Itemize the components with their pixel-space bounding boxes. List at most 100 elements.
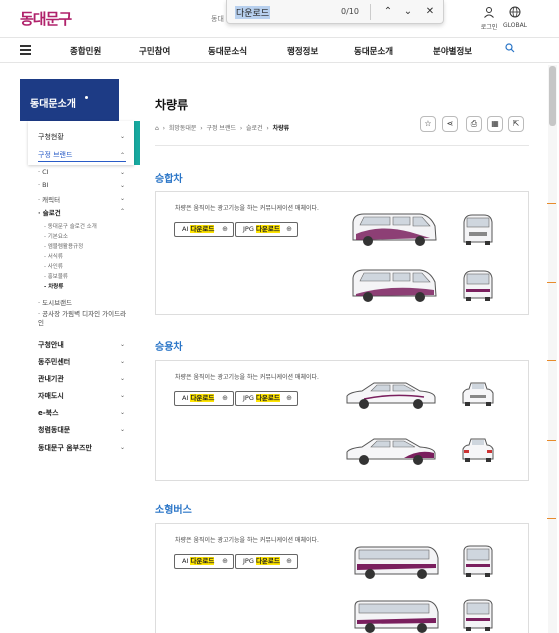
sidebar-item[interactable]: 동대문구 옴부즈만 — [38, 443, 92, 453]
home-icon[interactable]: ⌂ — [155, 125, 159, 132]
jpg-download-button[interactable]: JPG 다운로드 ⊕ — [235, 554, 298, 569]
jpg-download-button[interactable]: JPG 다운로드 ⊕ — [235, 222, 298, 237]
sidebar-subitem-label: 캐릭터 — [42, 196, 61, 204]
nav-item-intro[interactable]: 동대문소개 — [354, 45, 393, 57]
sidebar-subitem-citybrand[interactable]: · 도시브랜드 — [38, 297, 72, 307]
sidebar-item-status[interactable]: 구청현황 — [38, 132, 64, 142]
sidebar-item[interactable]: 동주민센터 — [38, 357, 70, 367]
chevron-down-icon: ⌄ — [120, 341, 126, 348]
minibus-side-image-alt — [354, 600, 439, 633]
content-divider — [155, 145, 529, 146]
favorite-star-icon[interactable]: ☆ — [420, 116, 436, 132]
sidebar-subitem-label: 공사장 가림벽 디자인 가이드라인 — [38, 310, 127, 327]
chevron-down-icon: ⌄ — [120, 133, 126, 140]
ai-download-button[interactable]: AI 다운로드 ⊕ — [174, 554, 234, 569]
sidebar-leaf[interactable]: - 서식류 — [44, 252, 63, 260]
find-close-button[interactable]: ✕ — [422, 3, 438, 20]
breadcrumb: ⌂ › 희망동대문 › 구정 브랜드 › 슬로건 › 차량류 — [155, 125, 290, 132]
chevron-down-icon: ⌄ — [120, 169, 126, 176]
sidebar-leaf-label: 기본요소 — [47, 234, 68, 240]
breadcrumb-item[interactable]: 구정 브랜드 — [206, 125, 236, 132]
find-match-marker — [547, 518, 556, 519]
search-icon[interactable] — [505, 43, 515, 56]
section-title-sedan: 승용차 — [155, 342, 183, 353]
van-back-image — [463, 270, 493, 301]
sidebar-item[interactable]: 관내기관 — [38, 374, 64, 384]
sidebar-leaf[interactable]: - 엠블렘활용규정 — [44, 242, 83, 250]
nav-item-news[interactable]: 동대문소식 — [208, 45, 247, 57]
nav-item-participation[interactable]: 구민참여 — [139, 45, 170, 57]
find-prev-button[interactable]: ⌃ — [380, 3, 396, 20]
file-type-label: JPG — [243, 557, 254, 565]
sidebar-leaf[interactable]: - 사인류 — [44, 262, 63, 270]
qrcode-icon[interactable]: ▦ — [487, 116, 503, 132]
chevron-down-icon: ⌄ — [120, 358, 126, 365]
jpg-download-button[interactable]: JPG 다운로드 ⊕ — [235, 391, 298, 406]
ai-download-button[interactable]: AI 다운로드 ⊕ — [174, 222, 234, 237]
van-front-image — [463, 214, 493, 245]
breadcrumb-item[interactable]: 희망동대문 — [169, 125, 197, 132]
ai-download-button[interactable]: AI 다운로드 ⊕ — [174, 391, 234, 406]
sidebar-subitem-construction[interactable]: · 공사장 가림벽 디자인 가이드라인 — [38, 310, 128, 328]
sidebar-item[interactable]: 청렴동대문 — [38, 425, 70, 435]
find-next-button[interactable]: ⌄ — [400, 3, 416, 20]
vehicle-description: 차량은 움직이는 광고기능을 하는 커뮤니케이션 매체이다. — [175, 374, 319, 381]
sidebar-active-underline — [38, 161, 126, 162]
nav-item-field[interactable]: 분야별정보 — [433, 45, 472, 57]
expand-icon[interactable]: ⇱ — [508, 116, 524, 132]
download-label: 다운로드 — [255, 394, 280, 402]
sidebar-item[interactable]: e-북스 — [38, 408, 59, 418]
site-logo[interactable]: 동대문구 — [20, 8, 72, 29]
file-type-label: JPG — [243, 225, 254, 233]
sidebar-item[interactable]: 구청안내 — [38, 340, 64, 350]
sidebar-leaf[interactable]: - 홍보물류 — [44, 272, 68, 280]
scrollbar-track[interactable] — [548, 65, 557, 633]
vehicle-description: 차량은 움직이는 광고기능을 하는 커뮤니케이션 매체이다. — [175, 205, 319, 212]
find-separator — [370, 4, 371, 20]
find-bar: 다운로드 0/10 ⌃ ⌄ ✕ — [226, 0, 444, 24]
breadcrumb-current: 차량류 — [272, 125, 290, 132]
sidebar-leaf[interactable]: - 기본요소 — [44, 232, 68, 240]
sidebar-subitem-character[interactable]: · 캐릭터 — [38, 194, 60, 204]
download-icon: ⊕ — [222, 394, 228, 402]
sidebar-subitem-slogan[interactable]: · 슬로건 — [38, 207, 61, 217]
main-nav: 종합민원 구민참여 동대문소식 행정정보 동대문소개 분야별정보 — [0, 37, 559, 63]
vehicle-card-minibus: 차량은 움직이는 광고기능을 하는 커뮤니케이션 매체이다. AI 다운로드 ⊕ … — [155, 523, 529, 633]
chevron-down-icon: ⌄ — [120, 375, 126, 382]
top-menu-text: 동대 — [211, 15, 224, 23]
download-label: 다운로드 — [255, 225, 280, 233]
sidebar-subitem-label: BI — [42, 181, 49, 189]
sidebar-subitem-bi[interactable]: · BI — [38, 181, 49, 189]
download-icon: ⊕ — [286, 557, 292, 565]
share-icon[interactable]: ⋖ — [442, 116, 458, 132]
sidebar-subitem-label: 도시브랜드 — [42, 299, 73, 307]
nav-item-admin[interactable]: 행정정보 — [287, 45, 318, 57]
sidebar-leaf[interactable]: - 동대문구 슬로건 소개 — [44, 222, 97, 230]
nav-item-civil[interactable]: 종합민원 — [70, 45, 101, 57]
file-type-label: AI — [182, 394, 189, 402]
chevron-up-icon: ⌃ — [120, 208, 126, 215]
download-icon: ⊕ — [286, 394, 292, 402]
file-type-label: JPG — [243, 394, 254, 402]
login-label: 로그인 — [480, 24, 498, 31]
global-button[interactable]: GLOBAL — [500, 6, 530, 29]
breadcrumb-item[interactable]: 슬로건 — [246, 125, 263, 132]
section-title-van: 승합차 — [155, 174, 183, 185]
menu-icon[interactable] — [20, 45, 31, 57]
find-query-input[interactable]: 다운로드 — [235, 6, 271, 19]
scrollbar-thumb[interactable] — [549, 66, 556, 126]
minibus-side-image — [354, 546, 439, 579]
print-icon[interactable]: ⎙ — [466, 116, 482, 132]
chevron-down-icon: ⌄ — [120, 444, 126, 451]
find-match-count: 0/10 — [341, 7, 359, 16]
find-match-marker — [547, 203, 556, 204]
sidebar-item-brand[interactable]: 구정 브랜드 — [38, 150, 72, 160]
sidebar-item[interactable]: 자매도시 — [38, 391, 64, 401]
global-label: GLOBAL — [502, 22, 528, 29]
sidebar-leaf-active[interactable]: - 차량류 — [44, 282, 63, 290]
find-match-marker — [547, 360, 556, 361]
sidebar-subitem-ci[interactable]: · CI — [38, 168, 49, 176]
page-title: 차량류 — [155, 98, 189, 112]
sidebar-leaf-label: 동대문구 슬로건 소개 — [47, 224, 97, 230]
find-match-marker — [547, 282, 556, 283]
